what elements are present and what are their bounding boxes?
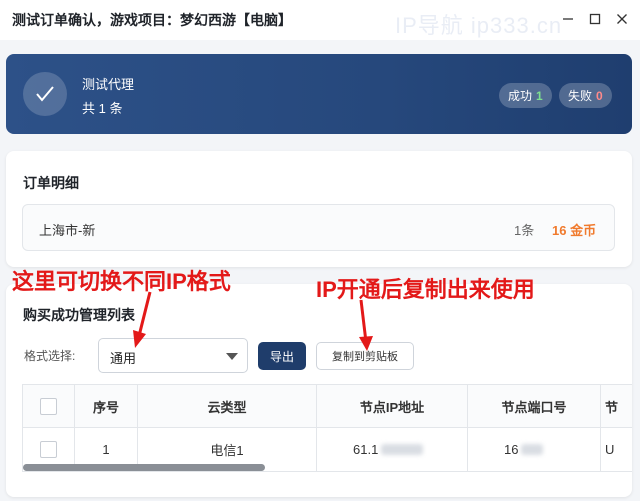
order-price: 16 金币 xyxy=(552,223,597,238)
window-title: 测试订单确认，游戏项目：梦幻西游【电脑】 xyxy=(12,12,292,28)
order-title: 订单明细 xyxy=(23,175,79,191)
export-button[interactable]: 导出 xyxy=(258,342,306,370)
row-port: 16 xyxy=(504,442,519,457)
column-header-cloud-type: 云类型 xyxy=(138,385,317,428)
copy-to-clipboard-button[interactable]: 复制到剪贴板 xyxy=(316,342,414,370)
format-select[interactable]: 通用 xyxy=(98,338,248,373)
watermark: IP导航 ip333.cn xyxy=(395,13,563,38)
column-header-port: 节点端口号 xyxy=(468,385,601,428)
order-quantity: 1条 xyxy=(514,223,535,238)
fail-label: 失败 xyxy=(568,89,593,103)
order-item: 上海市-新 1条 16 金币 xyxy=(22,204,615,251)
row-port-cell: 16 xyxy=(468,428,601,471)
summary-count: 共 1 条 xyxy=(82,101,123,116)
success-count: 1 xyxy=(536,88,543,103)
row-ip: 61.1 xyxy=(353,442,379,457)
annotation-copy-usage: IP开通后复制出来使用 xyxy=(316,277,535,302)
order-location: 上海市-新 xyxy=(39,223,96,238)
annotation-format-switch: 这里可切换不同IP格式 xyxy=(12,269,231,294)
row-checkbox[interactable] xyxy=(40,441,57,458)
chevron-down-icon xyxy=(226,353,238,360)
format-select-value: 通用 xyxy=(110,351,137,366)
purchase-list-card: 购买成功管理列表 格式选择: 通用 导出 复制到剪贴板 序号 云类型 节点IP地… xyxy=(6,284,632,497)
row-ip-cell: 61.1 xyxy=(317,428,468,471)
format-label: 格式选择: xyxy=(24,349,76,363)
column-header-index: 序号 xyxy=(75,385,138,428)
horizontal-scrollbar[interactable] xyxy=(23,464,265,471)
select-all-checkbox[interactable] xyxy=(40,398,57,415)
ip-table: 序号 云类型 节点IP地址 节点端口号 节 1 电信1 61.1 16 U xyxy=(22,384,632,472)
redacted-ip xyxy=(381,444,424,455)
summary-title: 测试代理 xyxy=(82,77,135,92)
fail-count: 0 xyxy=(596,88,603,103)
order-detail-card: 订单明细 上海市-新 1条 16 金币 xyxy=(6,151,632,267)
check-icon xyxy=(23,72,67,116)
table-header: 序号 云类型 节点IP地址 节点端口号 节 xyxy=(23,385,632,428)
select-all-cell xyxy=(23,385,75,428)
list-title: 购买成功管理列表 xyxy=(23,307,135,323)
close-icon[interactable] xyxy=(610,8,634,30)
redacted-port xyxy=(521,444,544,455)
column-header-ip: 节点IP地址 xyxy=(317,385,468,428)
fail-badge: 失败 0 xyxy=(559,83,612,108)
summary-card: 测试代理 共 1 条 成功 1 失败 0 xyxy=(6,54,632,134)
row-extra: U xyxy=(605,442,615,457)
column-header-extra: 节 xyxy=(605,400,619,415)
success-badge: 成功 1 xyxy=(499,83,552,108)
success-label: 成功 xyxy=(508,89,533,103)
maximize-icon[interactable] xyxy=(583,8,607,30)
